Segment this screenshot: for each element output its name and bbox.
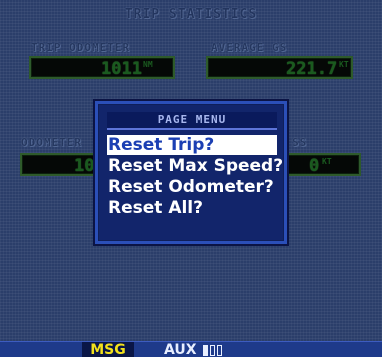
max-speed-unit: KT: [322, 157, 332, 166]
page-indicator-box: [217, 345, 222, 356]
menu-item-reset-all[interactable]: Reset All?: [107, 198, 277, 218]
trip-odometer-value: 1011: [101, 59, 142, 79]
odometer-value: 10: [74, 156, 95, 176]
page-indicator-box: [203, 345, 208, 356]
aux-page-group-label: AUX: [164, 342, 197, 357]
trip-odometer-label: TRIP ODOMETER: [31, 41, 131, 54]
page-menu: PAGE MENU Reset Trip? Reset Max Speed? R…: [95, 101, 287, 244]
trip-odometer-unit: NM: [143, 60, 153, 69]
average-gs-label: AVERAGE GS: [211, 41, 288, 54]
menu-item-reset-trip[interactable]: Reset Trip?: [107, 135, 277, 155]
page-menu-title: PAGE MENU: [107, 112, 277, 130]
average-gs-value: 221.7: [286, 59, 338, 79]
max-speed-label: SS: [292, 136, 308, 149]
average-gs-unit: KT: [339, 60, 349, 69]
menu-item-reset-odometer[interactable]: Reset Odometer?: [107, 177, 277, 197]
page-title: TRIP STATISTICS: [124, 7, 258, 22]
status-bar: MSG AUX: [0, 341, 382, 357]
page-indicator-box: [210, 345, 215, 356]
trip-odometer-field: 1011 NM: [29, 56, 175, 79]
msg-indicator[interactable]: MSG: [82, 342, 134, 357]
trip-statistics-screen: TRIP STATISTICS TRIP ODOMETER 1011 NM AV…: [0, 0, 382, 357]
average-gs-field: 221.7 KT: [206, 56, 353, 79]
max-speed-value: 0: [309, 156, 320, 176]
odometer-label: ODOMETER: [21, 136, 82, 149]
menu-item-reset-max-speed[interactable]: Reset Max Speed?: [107, 156, 283, 176]
